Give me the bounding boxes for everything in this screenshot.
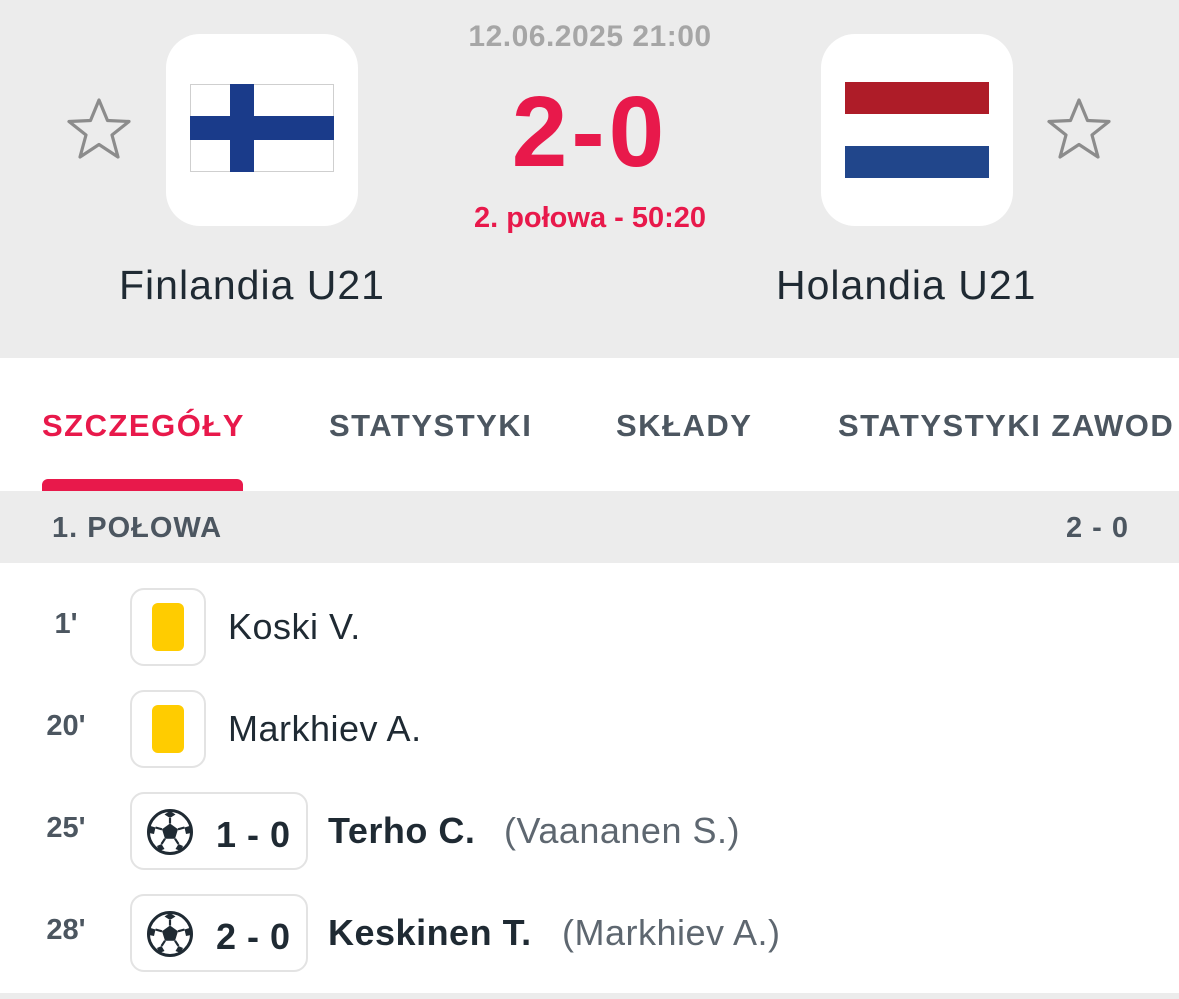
event-minute: 1' [54, 608, 78, 640]
tab-lineups[interactable]: SKŁADY [616, 408, 752, 444]
event-minute: 28' [46, 914, 86, 946]
event-row[interactable]: 28' 2 - 0 Keskinen T. (Markhiev A.) [0, 888, 1179, 978]
event-row[interactable]: 25' 1 - 0 Terho C. (Vaananen S.) [0, 786, 1179, 876]
event-icon-box: 2 - 0 [130, 894, 308, 972]
event-row[interactable]: 20' Markhiev A. [0, 684, 1179, 774]
finland-flag-icon [190, 84, 334, 172]
goal-score: 1 - 0 [216, 814, 291, 855]
goal-assist: (Vaananen S.) [504, 810, 740, 851]
goal-assist: (Markhiev A.) [562, 912, 781, 953]
event-icon-box: 1 - 0 [130, 792, 308, 870]
match-datetime: 12.06.2025 21:00 [468, 20, 712, 53]
bottom-divider [0, 993, 1179, 999]
event-player: Koski V. [228, 606, 361, 647]
match-status: 2. połowa - 50:20 [473, 202, 707, 234]
tab-statistics[interactable]: STATYSTYKI [329, 408, 532, 444]
section-score: 2 - 0 [1065, 512, 1129, 544]
tab-details[interactable]: SZCZEGÓŁY [42, 408, 245, 444]
tab-player-statistics[interactable]: STATYSTYKI ZAWOD [838, 408, 1174, 444]
home-team-logo[interactable] [166, 34, 358, 226]
goal-scorer: Keskinen T. [328, 912, 532, 953]
yellow-card-icon [152, 603, 184, 651]
event-minute: 25' [46, 812, 86, 844]
event-row[interactable]: 1' Koski V. [0, 582, 1179, 672]
tab-bar: SZCZEGÓŁY STATYSTYKI SKŁADY STATYSTYKI Z… [0, 358, 1179, 491]
match-header: Finlandia U21 12.06.2025 21:00 2-0 2. po… [0, 0, 1179, 358]
section-title: 1. POŁOWA [52, 512, 223, 544]
home-team-name[interactable]: Finlandia U21 [119, 262, 385, 309]
soccer-ball-icon [147, 809, 193, 855]
goal-scorer: Terho C. [328, 810, 476, 851]
netherlands-flag-icon [845, 82, 989, 178]
favorite-home-star-icon[interactable] [66, 96, 132, 162]
away-team-name[interactable]: Holandia U21 [776, 262, 1036, 309]
event-icon-box [130, 588, 206, 666]
section-header: 1. POŁOWA 2 - 0 [0, 491, 1179, 563]
soccer-ball-icon [147, 911, 193, 957]
event-minute: 20' [46, 710, 86, 742]
goal-score: 2 - 0 [216, 916, 291, 957]
event-player: Markhiev A. [228, 708, 422, 749]
favorite-away-star-icon[interactable] [1046, 96, 1112, 162]
match-score: 2-0 [511, 76, 669, 188]
away-team-logo[interactable] [821, 34, 1013, 226]
yellow-card-icon [152, 705, 184, 753]
active-tab-indicator [42, 479, 243, 491]
event-icon-box [130, 690, 206, 768]
